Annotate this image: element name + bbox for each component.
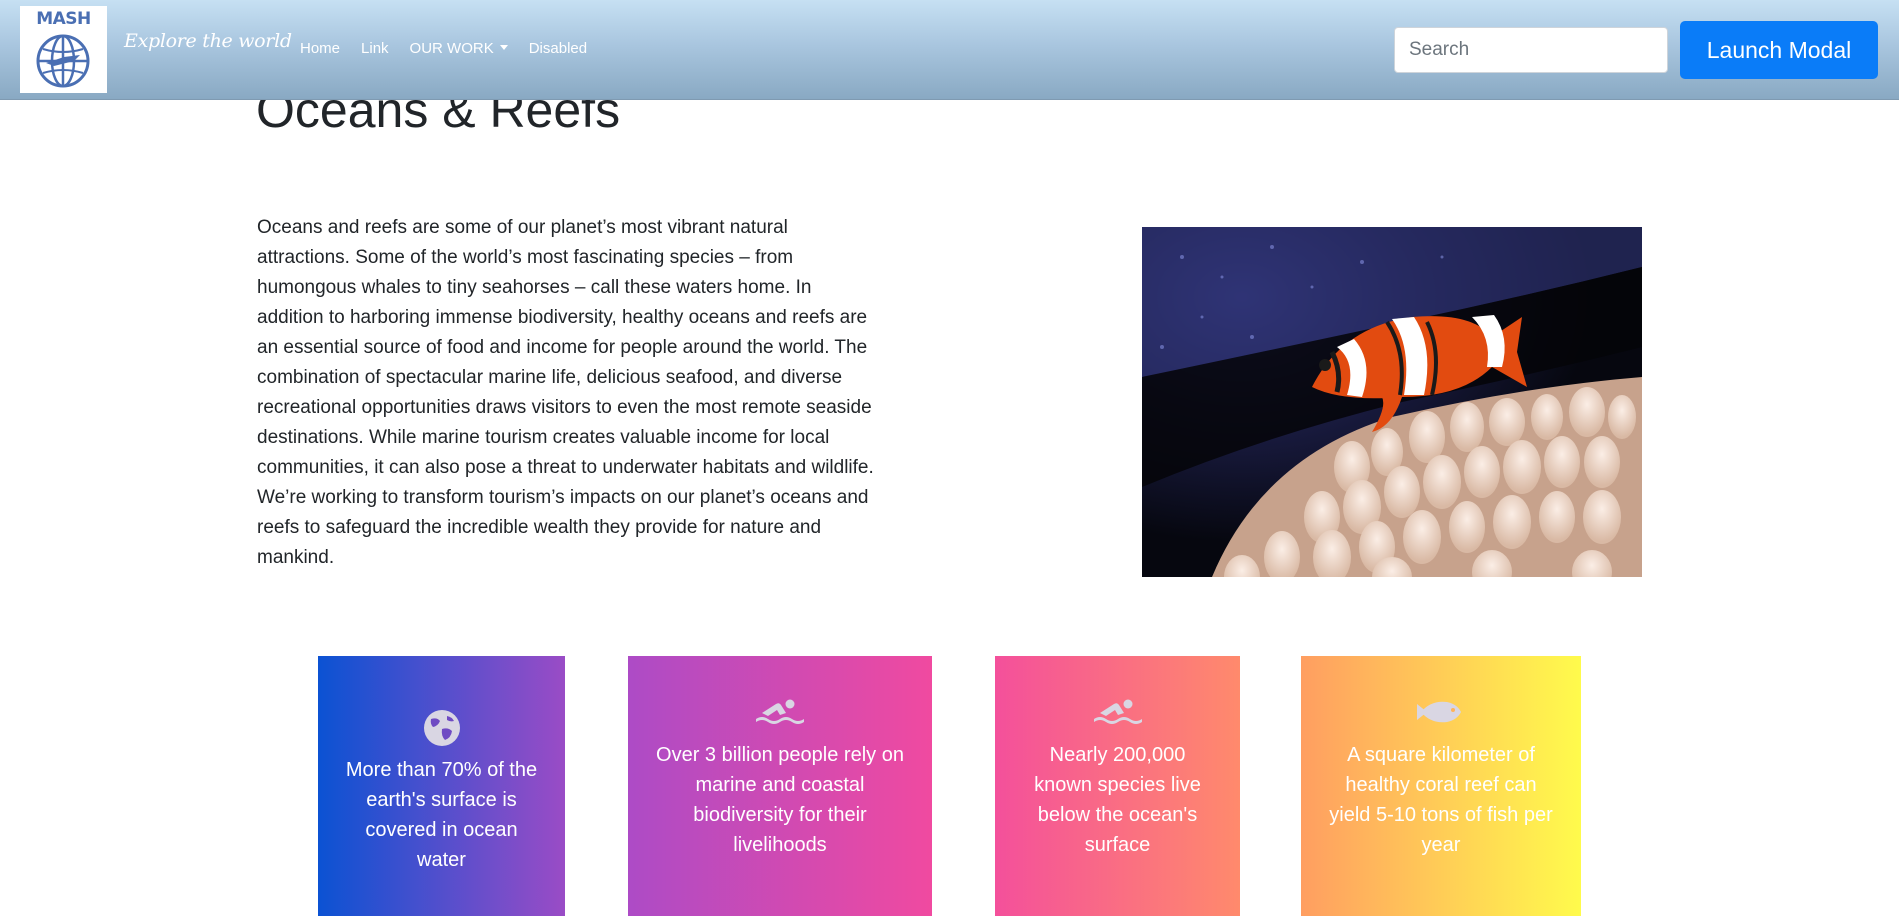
fish-icon: [1417, 701, 1461, 723]
stat-card-ocean-coverage: More than 70% of the earth's surface is …: [318, 656, 565, 916]
card-text: Nearly 200,000 known species live below …: [1034, 744, 1201, 856]
search-input[interactable]: [1394, 27, 1668, 73]
tagline: Explore the world: [124, 30, 292, 52]
launch-modal-button[interactable]: Launch Modal: [1680, 21, 1878, 79]
nav-our-work-dropdown[interactable]: OUR WORK: [410, 40, 508, 57]
stat-card-livelihoods: Over 3 billion people rely on marine and…: [628, 656, 932, 916]
nav-links: Home Link OUR WORK Disabled: [300, 40, 608, 57]
logo-text: MASH: [36, 9, 91, 29]
globe-logo-icon: [36, 34, 90, 88]
caret-down-icon: [499, 45, 508, 50]
nav-home-link[interactable]: Home: [300, 40, 340, 57]
nav-our-work-label: OUR WORK: [409, 40, 494, 57]
stat-card-species: Nearly 200,000 known species live below …: [995, 656, 1240, 916]
card-text: More than 70% of the earth's surface is …: [345, 759, 538, 871]
swimmer-icon: [756, 699, 804, 724]
card-text: Over 3 billion people rely on marine and…: [656, 744, 904, 856]
clownfish-anemone-image: [1142, 227, 1642, 577]
nav-disabled-link: Disabled: [528, 40, 588, 57]
navbar: MASH Explore the world Home Link OUR WOR…: [0, 0, 1899, 100]
nav-link-link[interactable]: Link: [361, 40, 389, 57]
brand-logo[interactable]: MASH: [20, 6, 107, 93]
swimmer-icon: [1093, 699, 1142, 724]
intro-paragraph: Oceans and reefs are some of our planet’…: [257, 217, 874, 568]
globe-icon: [423, 710, 460, 746]
card-text: A square kilometer of healthy coral reef…: [1329, 744, 1553, 856]
stat-card-coral-yield: A square kilometer of healthy coral reef…: [1301, 656, 1581, 916]
